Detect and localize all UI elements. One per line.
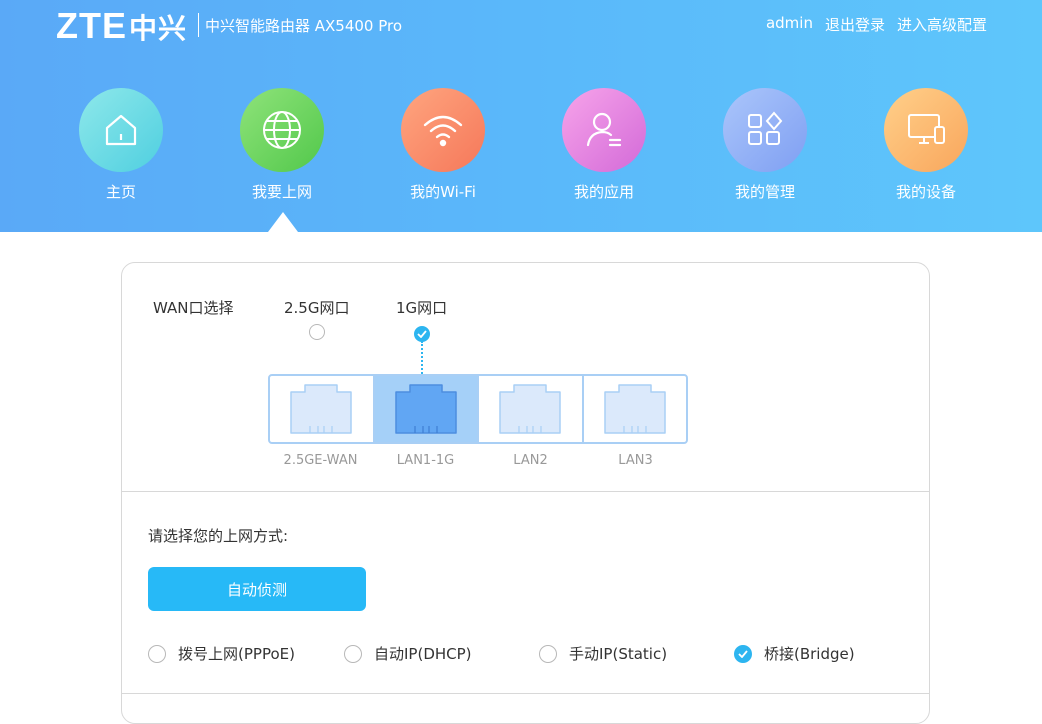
globe-icon <box>240 88 324 172</box>
wan-option-1g[interactable]: 1G网口 <box>396 297 447 342</box>
wifi-icon <box>401 88 485 172</box>
zte-logo: ZTE中兴 <box>56 8 187 47</box>
advanced-config-link[interactable]: 进入高级配置 <box>897 14 987 35</box>
wan-2-5g-radio[interactable] <box>308 324 325 340</box>
nav-label: 主页 <box>105 183 136 201</box>
wan-option-label: 2.5G网口 <box>284 299 350 317</box>
nav-item-manage[interactable]: 我的管理 <box>705 88 825 202</box>
mode-label: 手动IP(Static) <box>569 645 668 663</box>
logo-cn-text: 中兴 <box>129 12 188 45</box>
section-divider <box>122 491 929 492</box>
nav-label: 我的Wi-Fi <box>410 183 476 201</box>
home-icon <box>79 88 163 172</box>
nav-label: 我的管理 <box>734 183 795 201</box>
wan-option-label: 1G网口 <box>396 299 448 317</box>
port-name: LAN1-1G <box>396 453 455 468</box>
port-name: LAN2 <box>513 453 548 468</box>
wan-option-2-5g[interactable]: 2.5G网口 <box>284 297 349 344</box>
port-name: 2.5GE-WAN <box>283 453 358 468</box>
ethernet-port-icon <box>499 384 561 434</box>
wan-connector-line <box>421 341 423 374</box>
port-lan2[interactable] <box>479 376 584 442</box>
mode-dhcp[interactable]: 自动IP(DHCP) <box>344 643 472 664</box>
main-nav: 主页 我要上网 我的Wi-Fi 我的应用 我的管理 我的设备 <box>0 88 1042 232</box>
active-nav-caret <box>268 212 298 232</box>
nav-item-wifi[interactable]: 我的Wi-Fi <box>383 88 503 202</box>
ethernet-port-icon <box>290 384 352 434</box>
connection-prompt: 请选择您的上网方式: <box>148 527 289 545</box>
check-icon <box>416 330 427 338</box>
check-icon <box>738 649 748 658</box>
port-names: 2.5GE-WAN LAN1-1G LAN2 LAN3 <box>268 453 688 468</box>
section-divider-bottom <box>122 693 929 694</box>
auto-detect-button[interactable]: 自动侦测 <box>148 567 366 611</box>
ethernet-port-icon <box>395 384 457 434</box>
mode-pppoe-radio[interactable] <box>148 644 166 663</box>
header-divider <box>198 13 199 37</box>
nav-item-internet[interactable]: 我要上网 <box>222 88 342 202</box>
wan-select-label: WAN口选择 <box>153 299 234 317</box>
header-banner: ZTE中兴 中兴智能路由器 AX5400 Pro admin 退出登录 进入高级… <box>0 0 1042 232</box>
mode-static[interactable]: 手动IP(Static) <box>539 643 667 664</box>
nav-item-devices[interactable]: 我的设备 <box>866 88 986 202</box>
mode-bridge-radio[interactable] <box>734 644 752 663</box>
device-icon <box>884 88 968 172</box>
mode-label: 自动IP(DHCP) <box>374 645 472 663</box>
logout-link[interactable]: 退出登录 <box>825 14 885 35</box>
mode-dhcp-radio[interactable] <box>344 644 362 663</box>
top-links: admin 退出登录 进入高级配置 <box>766 14 987 35</box>
ethernet-port-icon <box>604 384 666 434</box>
mode-label: 桥接(Bridge) <box>764 645 855 663</box>
product-name: 中兴智能路由器 AX5400 Pro <box>205 17 403 35</box>
port-2-5ge-wan[interactable] <box>270 376 375 442</box>
user-name-link[interactable]: admin <box>766 14 813 35</box>
nav-label: 我的设备 <box>895 183 956 201</box>
mode-static-radio[interactable] <box>539 644 557 663</box>
mode-pppoe[interactable]: 拨号上网(PPPoE) <box>148 643 295 664</box>
nav-item-home[interactable]: 主页 <box>61 88 181 202</box>
nav-label: 我的应用 <box>573 183 634 201</box>
user-app-icon <box>562 88 646 172</box>
wan-1g-radio[interactable] <box>413 326 430 342</box>
nav-label: 我要上网 <box>251 183 312 201</box>
mode-label: 拨号上网(PPPoE) <box>178 645 295 663</box>
settings-card: WAN口选择 2.5G网口 1G网口 2.5GE-WAN LAN1-1G LAN… <box>121 262 930 724</box>
port-lan1-1g[interactable] <box>374 376 479 442</box>
nav-item-apps[interactable]: 我的应用 <box>544 88 664 202</box>
manage-grid-icon <box>723 88 807 172</box>
port-lan3[interactable] <box>584 376 687 442</box>
mode-bridge[interactable]: 桥接(Bridge) <box>734 643 855 664</box>
logo-text: ZTE <box>56 5 127 46</box>
port-panel <box>268 374 688 444</box>
port-name: LAN3 <box>618 453 653 468</box>
